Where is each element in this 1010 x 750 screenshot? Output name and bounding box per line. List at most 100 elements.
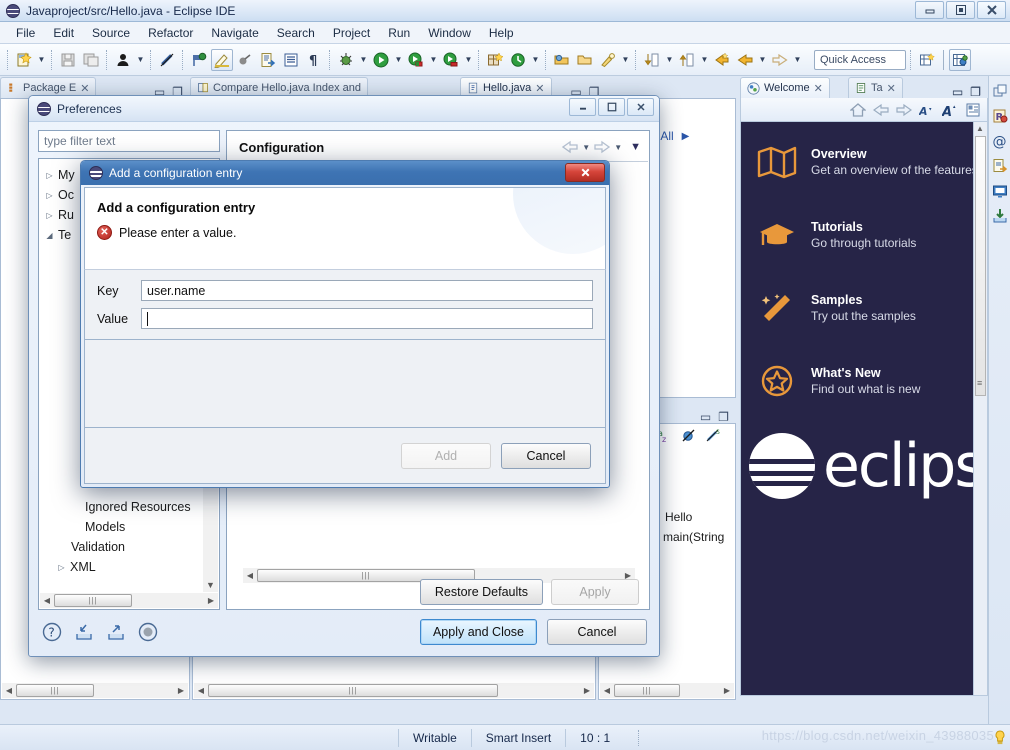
forward-icon[interactable] [594, 139, 611, 155]
tree-item-xml[interactable]: ▷ XML [45, 557, 219, 577]
document-export-button[interactable] [990, 155, 1010, 177]
refresh-dropdown[interactable]: ▼ [530, 49, 541, 71]
chevron-down-icon[interactable]: ◢ [45, 231, 54, 240]
scroll-left-icon[interactable]: ◀ [600, 686, 614, 695]
package-explorer-hscroll[interactable]: ◀ ||| ▶ [2, 683, 188, 698]
chevron-right-icon[interactable]: ▷ [45, 211, 54, 220]
scroll-down-icon[interactable]: ▼ [206, 580, 215, 590]
scroll-left-icon[interactable]: ◀ [194, 686, 208, 695]
previous-annotation-dropdown[interactable]: ▼ [699, 49, 710, 71]
preferences-close-button[interactable] [627, 98, 654, 116]
debug-button[interactable] [335, 49, 357, 71]
scroll-up-icon[interactable]: ▲ [976, 124, 984, 133]
scroll-right-icon[interactable]: ▶ [720, 686, 734, 695]
menu-edit[interactable]: Edit [45, 24, 82, 42]
welcome-item-samples[interactable]: Samples Try out the samples [741, 265, 987, 338]
forward-button[interactable] [769, 49, 791, 71]
export-button[interactable] [257, 49, 279, 71]
hide-fields-icon[interactable] [681, 428, 697, 444]
hide-static-icon[interactable]: S [705, 428, 721, 444]
minimize-icon[interactable]: ▭ [951, 85, 964, 99]
search-button[interactable] [597, 49, 619, 71]
toggle-button[interactable] [137, 621, 159, 643]
run-external-dropdown[interactable]: ▼ [428, 49, 439, 71]
show-whitespace-button[interactable]: ¶ [303, 49, 325, 71]
open-perspective-button[interactable] [916, 49, 938, 71]
open-type-button[interactable] [551, 49, 573, 71]
restore-defaults-button[interactable]: Restore Defaults [419, 579, 543, 605]
refresh-button[interactable] [507, 49, 529, 71]
maximize-icon[interactable]: ❐ [969, 85, 982, 99]
menu-window[interactable]: Window [420, 24, 479, 42]
problems-view-button[interactable]: R [990, 105, 1010, 127]
run-coverage-dropdown[interactable]: ▼ [463, 49, 474, 71]
chevron-right-icon[interactable]: ▷ [57, 563, 66, 572]
scroll-left-icon[interactable]: ◀ [40, 596, 54, 605]
scroll-right-icon[interactable]: ▶ [580, 686, 594, 695]
last-edit-button[interactable] [711, 49, 733, 71]
outline-hscroll[interactable]: ◀ ||| ▶ [600, 683, 734, 698]
new-wizard-dropdown[interactable]: ▼ [36, 49, 47, 71]
back-dropdown[interactable]: ▼ [757, 49, 768, 71]
open-task-button[interactable] [574, 49, 596, 71]
menu-refactor[interactable]: Refactor [140, 24, 201, 42]
chevron-right-icon[interactable]: ▷ [45, 171, 54, 180]
apply-and-close-button[interactable]: Apply and Close [419, 619, 537, 645]
close-icon[interactable]: ✕ [814, 82, 823, 95]
scroll-left-icon[interactable]: ◀ [243, 571, 257, 580]
email-view-button[interactable]: @ [990, 130, 1010, 152]
new-java-project-button[interactable] [484, 49, 506, 71]
scroll-thumb[interactable]: ||| [16, 684, 94, 697]
debug-dropdown[interactable]: ▼ [358, 49, 369, 71]
welcome-item-overview[interactable]: Overview Get an overview of the features [741, 132, 987, 192]
scroll-right-icon[interactable]: ▶ [204, 596, 218, 605]
close-icon[interactable]: ✕ [80, 82, 89, 95]
filter-input[interactable]: type filter text [38, 130, 220, 152]
menu-run[interactable]: Run [380, 24, 418, 42]
scroll-thumb[interactable]: ||| [54, 594, 132, 607]
restore-view-button[interactable] [990, 80, 1010, 102]
minimize-icon[interactable]: ▭ [699, 410, 712, 424]
menu-navigate[interactable]: Navigate [203, 24, 266, 42]
export-preferences-button[interactable] [105, 621, 127, 643]
cancel-entry-button[interactable]: Cancel [501, 442, 591, 469]
preferences-minimize-button[interactable] [569, 98, 596, 116]
forward-icon[interactable] [896, 102, 912, 118]
home-icon[interactable] [850, 102, 866, 118]
cancel-preferences-button[interactable]: Cancel [547, 619, 647, 645]
tasks-filter-all-label[interactable]: All [660, 129, 673, 143]
preferences-titlebar[interactable]: Preferences [29, 96, 659, 122]
scroll-thumb[interactable] [975, 136, 986, 396]
console-view-button[interactable] [990, 180, 1010, 202]
run-coverage-button[interactable] [440, 49, 462, 71]
close-button[interactable] [977, 1, 1006, 19]
welcome-vscroll[interactable]: ▲ ≡ [973, 122, 987, 695]
person-button[interactable] [112, 49, 134, 71]
entry-dialog-titlebar[interactable]: Add a configuration entry [81, 161, 609, 185]
next-annotation-dropdown[interactable]: ▼ [664, 49, 675, 71]
tree-item-ignored-resources[interactable]: Ignored Resources [45, 497, 219, 517]
toggle-markocc-button[interactable] [188, 49, 210, 71]
chevron-right-icon[interactable]: ▷ [45, 191, 54, 200]
welcome-item-whats-new[interactable]: What's New Find out what is new [741, 338, 987, 411]
welcome-item-tutorials[interactable]: Tutorials Go through tutorials [741, 192, 987, 265]
expand-right-icon[interactable]: ▶ [682, 131, 690, 142]
decrease-font-icon[interactable]: A [919, 102, 935, 118]
menu-file[interactable]: File [8, 24, 43, 42]
minimize-button[interactable] [915, 1, 944, 19]
quick-access-input[interactable]: Quick Access [814, 49, 906, 70]
install-view-button[interactable] [990, 205, 1010, 227]
tree-item-models[interactable]: Models [45, 517, 219, 537]
skip-breakpoints-button[interactable] [156, 49, 178, 71]
menu-help[interactable]: Help [481, 24, 522, 42]
menu-search[interactable]: Search [269, 24, 323, 42]
java-perspective-button[interactable] [949, 48, 971, 71]
run-button[interactable] [370, 49, 392, 71]
previous-annotation-button[interactable] [676, 49, 698, 71]
back-dropdown-icon[interactable]: ▼ [582, 143, 590, 152]
run-external-button[interactable] [405, 49, 427, 71]
import-preferences-button[interactable] [73, 621, 95, 643]
lightbulb-icon[interactable] [994, 730, 1006, 746]
help-button[interactable]: ? [41, 621, 63, 643]
forward-dropdown-icon[interactable]: ▼ [614, 143, 622, 152]
